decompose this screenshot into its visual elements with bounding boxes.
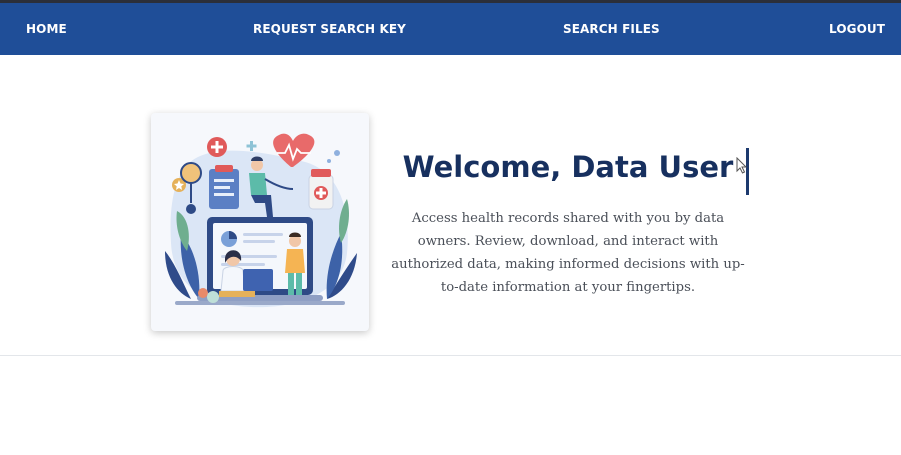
section-divider xyxy=(0,355,901,356)
top-navbar: HOME REQUEST SEARCH KEY SEARCH FILES LOG… xyxy=(0,3,901,55)
welcome-title: Welcome, Data User xyxy=(402,150,734,184)
welcome-description: Access health records shared with you by… xyxy=(391,211,745,295)
nav-search-files-link[interactable]: SEARCH FILES xyxy=(563,3,660,55)
healthcare-illustration xyxy=(165,133,357,308)
nav-home-link[interactable]: HOME xyxy=(26,3,67,55)
mouse-pointer-icon xyxy=(736,157,748,174)
nav-logout-link[interactable]: LOGOUT xyxy=(829,3,885,55)
healthcare-illustration-card xyxy=(151,113,369,331)
nav-request-search-key-link[interactable]: REQUEST SEARCH KEY xyxy=(253,3,406,55)
